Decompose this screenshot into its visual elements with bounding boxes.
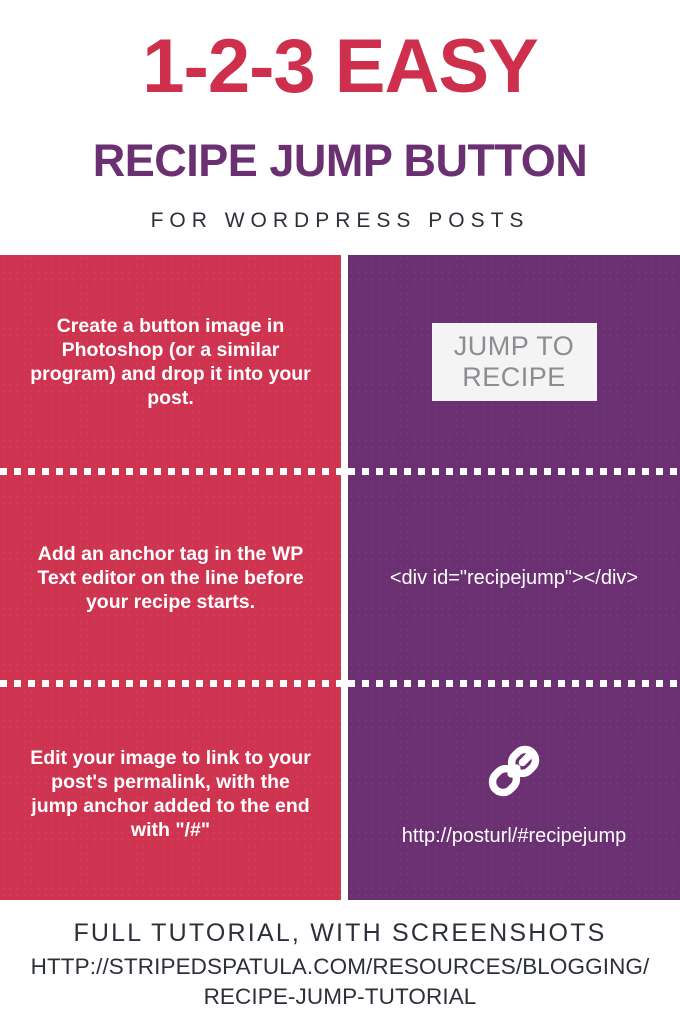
row-divider-1 — [0, 468, 341, 475]
footer-url-line-1[interactable]: HTTP://STRIPEDSPATULA.COM/RESOURCES/BLOG… — [0, 953, 680, 980]
row-divider-1-right — [348, 468, 680, 475]
jump-button-line-1: JUMP TO — [453, 330, 575, 361]
footer: FULL TUTORIAL, WITH SCREENSHOTS HTTP://S… — [0, 900, 680, 1020]
steps-grid: Create a button image in Photoshop (or a… — [0, 255, 680, 900]
chain-link-icon — [483, 740, 545, 802]
jump-to-recipe-button[interactable]: JUMP TO RECIPE — [431, 322, 597, 401]
page-title-main: 1-2-3 EASY — [142, 24, 539, 109]
permalink-url: http://posturl/#recipejump — [401, 824, 627, 847]
header: 1-2-3 EASY RECIPE JUMP BUTTON FOR WORDPR… — [0, 0, 680, 255]
row-divider-2 — [0, 680, 341, 687]
row-divider-2-right — [348, 680, 680, 687]
footer-tutorial-label: FULL TUTORIAL, WITH SCREENSHOTS — [73, 919, 607, 947]
footer-url-line-2[interactable]: RECIPE-JUMP-TUTORIAL — [0, 983, 680, 1010]
jump-button-line-2: RECIPE — [462, 361, 566, 392]
step-1-instruction-text: Create a button image in Photoshop (or a… — [30, 314, 311, 409]
instructions-column: Create a button image in Photoshop (or a… — [0, 255, 341, 900]
page-title-sub: RECIPE JUMP BUTTON — [92, 135, 588, 186]
step-3-instruction-text: Edit your image to link to your post's p… — [30, 746, 311, 841]
step-1-example-cell: JUMP TO RECIPE — [348, 255, 680, 468]
step-2-instruction-text: Add an anchor tag in the WP Text editor … — [37, 542, 304, 613]
step-3-instruction-cell: Edit your image to link to your post's p… — [0, 687, 341, 900]
step-3-example-cell: http://posturl/#recipejump — [348, 687, 680, 900]
anchor-tag-code: <div id="recipejump"></div> — [389, 566, 639, 589]
page-tagline: FOR WORDPRESS POSTS — [150, 209, 530, 232]
step-1-instruction-cell: Create a button image in Photoshop (or a… — [0, 255, 341, 468]
examples-column: JUMP TO RECIPE <div id="recipejump"></di… — [348, 255, 680, 900]
step-2-example-cell: <div id="recipejump"></div> — [348, 475, 680, 680]
step-2-instruction-cell: Add an anchor tag in the WP Text editor … — [0, 475, 341, 680]
